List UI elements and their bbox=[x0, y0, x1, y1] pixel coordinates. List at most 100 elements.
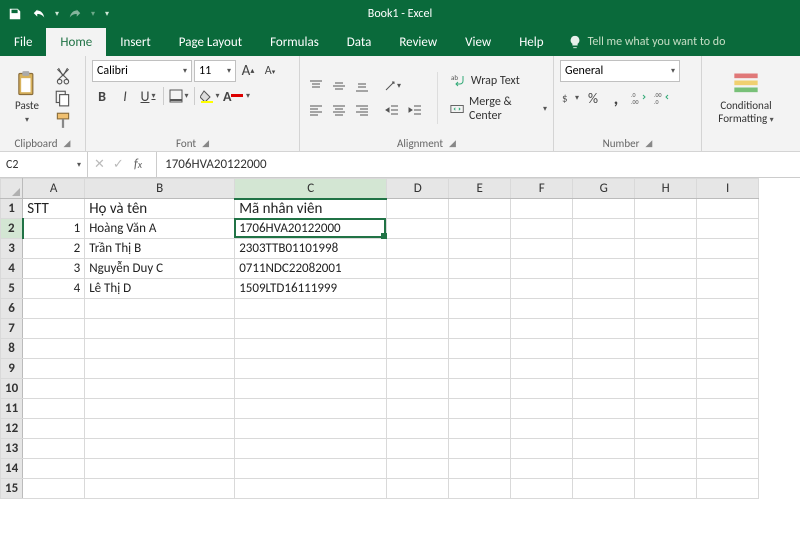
tab-home[interactable]: Home bbox=[46, 28, 106, 56]
cell-A3[interactable]: 2 bbox=[23, 239, 85, 259]
cell-B10[interactable] bbox=[85, 379, 235, 399]
cell-A11[interactable] bbox=[23, 399, 85, 419]
cell-G2[interactable] bbox=[573, 219, 635, 239]
cell-I12[interactable] bbox=[697, 419, 759, 439]
row-header-4[interactable]: 4 bbox=[1, 259, 23, 279]
cell-A9[interactable] bbox=[23, 359, 85, 379]
cell-F2[interactable] bbox=[511, 219, 573, 239]
cell-H8[interactable] bbox=[635, 339, 697, 359]
increase-decimal-icon[interactable]: .0.00 bbox=[629, 88, 649, 108]
percent-format-icon[interactable]: % bbox=[583, 88, 603, 108]
column-header-I[interactable]: I bbox=[697, 179, 759, 199]
cell-D10[interactable] bbox=[387, 379, 449, 399]
cell-A13[interactable] bbox=[23, 439, 85, 459]
cell-H2[interactable] bbox=[635, 219, 697, 239]
cell-B11[interactable] bbox=[85, 399, 235, 419]
cell-E15[interactable] bbox=[449, 479, 511, 499]
borders-button[interactable]: ▾ bbox=[169, 86, 189, 106]
row-header-8[interactable]: 8 bbox=[1, 339, 23, 359]
column-header-H[interactable]: H bbox=[635, 179, 697, 199]
cell-H15[interactable] bbox=[635, 479, 697, 499]
number-dialog-icon[interactable]: ◢ bbox=[645, 138, 652, 149]
cell-F13[interactable] bbox=[511, 439, 573, 459]
cell-E14[interactable] bbox=[449, 459, 511, 479]
row-header-7[interactable]: 7 bbox=[1, 319, 23, 339]
row-header-10[interactable]: 10 bbox=[1, 379, 23, 399]
cell-I1[interactable] bbox=[697, 199, 759, 219]
font-name-combo[interactable]: Calibri▾ bbox=[92, 60, 192, 82]
cell-A12[interactable] bbox=[23, 419, 85, 439]
cell-C15[interactable] bbox=[235, 479, 387, 499]
cell-C5[interactable]: 1509LTD16111999 bbox=[235, 279, 387, 299]
cell-C14[interactable] bbox=[235, 459, 387, 479]
align-center-icon[interactable] bbox=[329, 100, 349, 120]
enter-formula-icon[interactable]: ✓ bbox=[113, 157, 124, 172]
cell-A15[interactable] bbox=[23, 479, 85, 499]
cell-G15[interactable] bbox=[573, 479, 635, 499]
column-header-E[interactable]: E bbox=[449, 179, 511, 199]
spreadsheet-grid[interactable]: ABCDEFGHI1STTHọ và tênMã nhân viên21Hoàn… bbox=[0, 178, 800, 499]
cell-E9[interactable] bbox=[449, 359, 511, 379]
cell-A6[interactable] bbox=[23, 299, 85, 319]
undo-icon[interactable] bbox=[28, 3, 50, 25]
cell-E13[interactable] bbox=[449, 439, 511, 459]
cell-D13[interactable] bbox=[387, 439, 449, 459]
cell-B9[interactable] bbox=[85, 359, 235, 379]
cell-I4[interactable] bbox=[697, 259, 759, 279]
cell-G9[interactable] bbox=[573, 359, 635, 379]
cell-F7[interactable] bbox=[511, 319, 573, 339]
cell-F12[interactable] bbox=[511, 419, 573, 439]
cell-C3[interactable]: 2303TTB01101998 bbox=[235, 239, 387, 259]
font-dialog-icon[interactable]: ◢ bbox=[202, 138, 209, 149]
tell-me[interactable]: Tell me what you want to do bbox=[558, 28, 736, 56]
cell-D1[interactable] bbox=[387, 199, 449, 219]
row-header-1[interactable]: 1 bbox=[1, 199, 23, 219]
tab-page-layout[interactable]: Page Layout bbox=[165, 28, 256, 56]
cell-D8[interactable] bbox=[387, 339, 449, 359]
cell-B3[interactable]: Trần Thị B bbox=[85, 239, 235, 259]
copy-icon[interactable] bbox=[54, 89, 72, 107]
formula-input[interactable]: 1706HVA20122000 bbox=[157, 152, 800, 177]
cell-G13[interactable] bbox=[573, 439, 635, 459]
cell-F11[interactable] bbox=[511, 399, 573, 419]
cell-G8[interactable] bbox=[573, 339, 635, 359]
column-header-G[interactable]: G bbox=[573, 179, 635, 199]
column-header-F[interactable]: F bbox=[511, 179, 573, 199]
tab-review[interactable]: Review bbox=[385, 28, 451, 56]
row-header-15[interactable]: 15 bbox=[1, 479, 23, 499]
cell-E10[interactable] bbox=[449, 379, 511, 399]
align-right-icon[interactable] bbox=[352, 100, 372, 120]
cell-F15[interactable] bbox=[511, 479, 573, 499]
cell-E8[interactable] bbox=[449, 339, 511, 359]
accounting-format-icon[interactable]: $▾ bbox=[560, 88, 580, 108]
underline-button[interactable]: U▾ bbox=[138, 86, 158, 106]
column-header-B[interactable]: B bbox=[85, 179, 235, 199]
column-header-A[interactable]: A bbox=[23, 179, 85, 199]
cell-B14[interactable] bbox=[85, 459, 235, 479]
cell-H13[interactable] bbox=[635, 439, 697, 459]
cell-H14[interactable] bbox=[635, 459, 697, 479]
cell-E3[interactable] bbox=[449, 239, 511, 259]
cell-I2[interactable] bbox=[697, 219, 759, 239]
cell-E7[interactable] bbox=[449, 319, 511, 339]
cell-B6[interactable] bbox=[85, 299, 235, 319]
cell-C11[interactable] bbox=[235, 399, 387, 419]
cell-B12[interactable] bbox=[85, 419, 235, 439]
tab-view[interactable]: View bbox=[451, 28, 505, 56]
cell-C12[interactable] bbox=[235, 419, 387, 439]
bold-button[interactable]: B bbox=[92, 86, 112, 106]
font-color-dropdown-icon[interactable]: ▾ bbox=[246, 91, 250, 101]
cell-G14[interactable] bbox=[573, 459, 635, 479]
cell-A2[interactable]: 1 bbox=[23, 219, 85, 239]
cell-H3[interactable] bbox=[635, 239, 697, 259]
cell-A14[interactable] bbox=[23, 459, 85, 479]
cell-C13[interactable] bbox=[235, 439, 387, 459]
name-box[interactable]: C2▾ bbox=[0, 152, 88, 177]
cell-H6[interactable] bbox=[635, 299, 697, 319]
cell-H1[interactable] bbox=[635, 199, 697, 219]
paste-button[interactable]: Paste▾ bbox=[6, 70, 48, 124]
cell-F1[interactable] bbox=[511, 199, 573, 219]
cell-D4[interactable] bbox=[387, 259, 449, 279]
cell-B13[interactable] bbox=[85, 439, 235, 459]
cell-B1[interactable]: Họ và tên bbox=[85, 199, 235, 219]
